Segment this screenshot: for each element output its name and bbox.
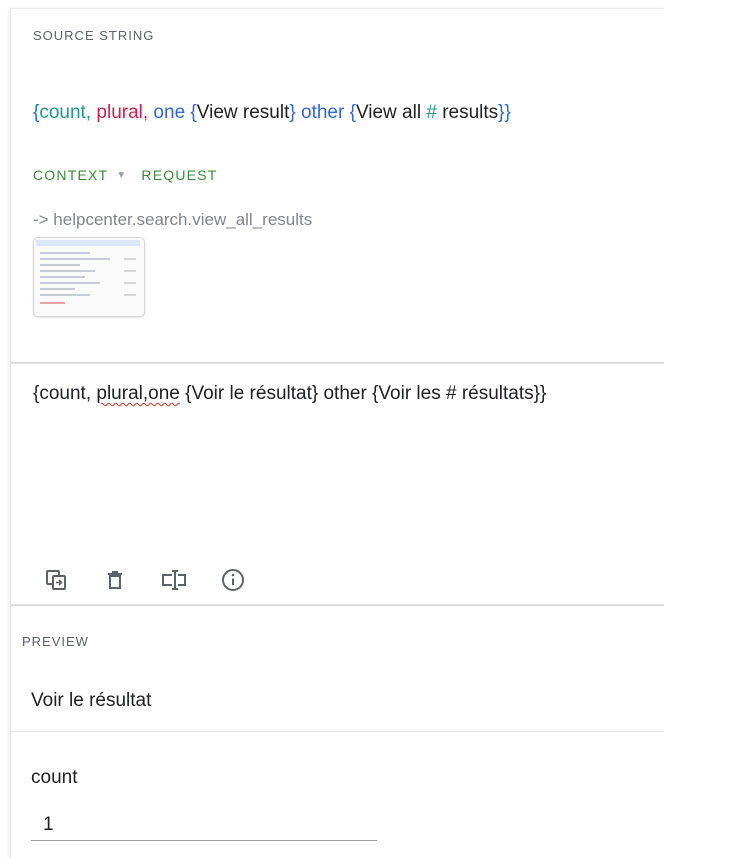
- thumbnail-line: [40, 258, 110, 260]
- string-key: -> helpcenter.search.view_all_results: [33, 210, 313, 229]
- thumbnail-line: [40, 282, 100, 284]
- source-token-one: one: [148, 102, 186, 123]
- source-token-count: count: [39, 102, 86, 123]
- context-row: CONTEXT ▼ REQUEST: [33, 167, 217, 183]
- source-token: {: [344, 102, 356, 123]
- preview-text: Voir le résultat: [31, 690, 152, 711]
- thumbnail-line: [124, 282, 136, 284]
- spellcheck-error-word: plural,one: [96, 383, 180, 404]
- context-screenshot-thumbnail[interactable]: [33, 237, 145, 317]
- source-token: {: [185, 102, 197, 123]
- section-divider: [11, 362, 664, 364]
- preview-label: PREVIEW: [22, 634, 89, 649]
- text-cursor-icon: [162, 570, 186, 590]
- info-icon: [222, 569, 244, 591]
- source-token-text: results: [436, 102, 499, 123]
- copy-source-icon: [46, 570, 66, 590]
- thumbnail-line: [124, 270, 136, 272]
- source-token-other: other: [295, 102, 345, 123]
- count-input[interactable]: [31, 809, 377, 841]
- count-variable-label: count: [31, 767, 78, 788]
- section-divider: [11, 604, 664, 606]
- thumbnail-line: [124, 258, 136, 260]
- source-token-text: View result: [196, 102, 290, 123]
- editor-toolbar: [41, 565, 248, 595]
- source-string-label: SOURCE STRING: [33, 28, 155, 43]
- source-token-hash: #: [426, 102, 437, 123]
- thumbnail-line: [40, 302, 65, 304]
- source-token-plural: plural,: [91, 102, 149, 123]
- context-toggle[interactable]: CONTEXT: [33, 167, 108, 183]
- insert-placeholder-button[interactable]: [159, 565, 189, 595]
- source-token: }: [504, 102, 511, 123]
- translation-text: {count,: [33, 383, 97, 404]
- thumbnail-line: [40, 264, 80, 266]
- request-context-link[interactable]: REQUEST: [141, 167, 217, 183]
- copy-source-button[interactable]: [41, 565, 71, 595]
- source-token-text: View all: [355, 102, 427, 123]
- info-button[interactable]: [218, 565, 248, 595]
- translation-editor[interactable]: {count, plural,one {Voir le résultat} ot…: [33, 383, 546, 405]
- thumbnail-line: [40, 252, 90, 254]
- delete-button[interactable]: [100, 565, 130, 595]
- thumbnail-line: [40, 276, 85, 278]
- translation-text: {Voir le résultat} other {Voir les # rés…: [179, 383, 547, 404]
- thumbnail-line: [40, 294, 90, 296]
- source-string-text: {count, plural, one {View result} other …: [33, 102, 511, 124]
- thumbnail-line: [40, 270, 95, 272]
- thumbnail-line: [40, 288, 75, 290]
- thumbnail-line: [124, 294, 136, 296]
- translation-panel: SOURCE STRING {count, plural, one {View …: [10, 8, 664, 858]
- delete-icon: [108, 571, 122, 589]
- chevron-down-icon[interactable]: ▼: [116, 170, 127, 181]
- section-divider: [11, 731, 664, 732]
- thumbnail-header: [36, 240, 140, 246]
